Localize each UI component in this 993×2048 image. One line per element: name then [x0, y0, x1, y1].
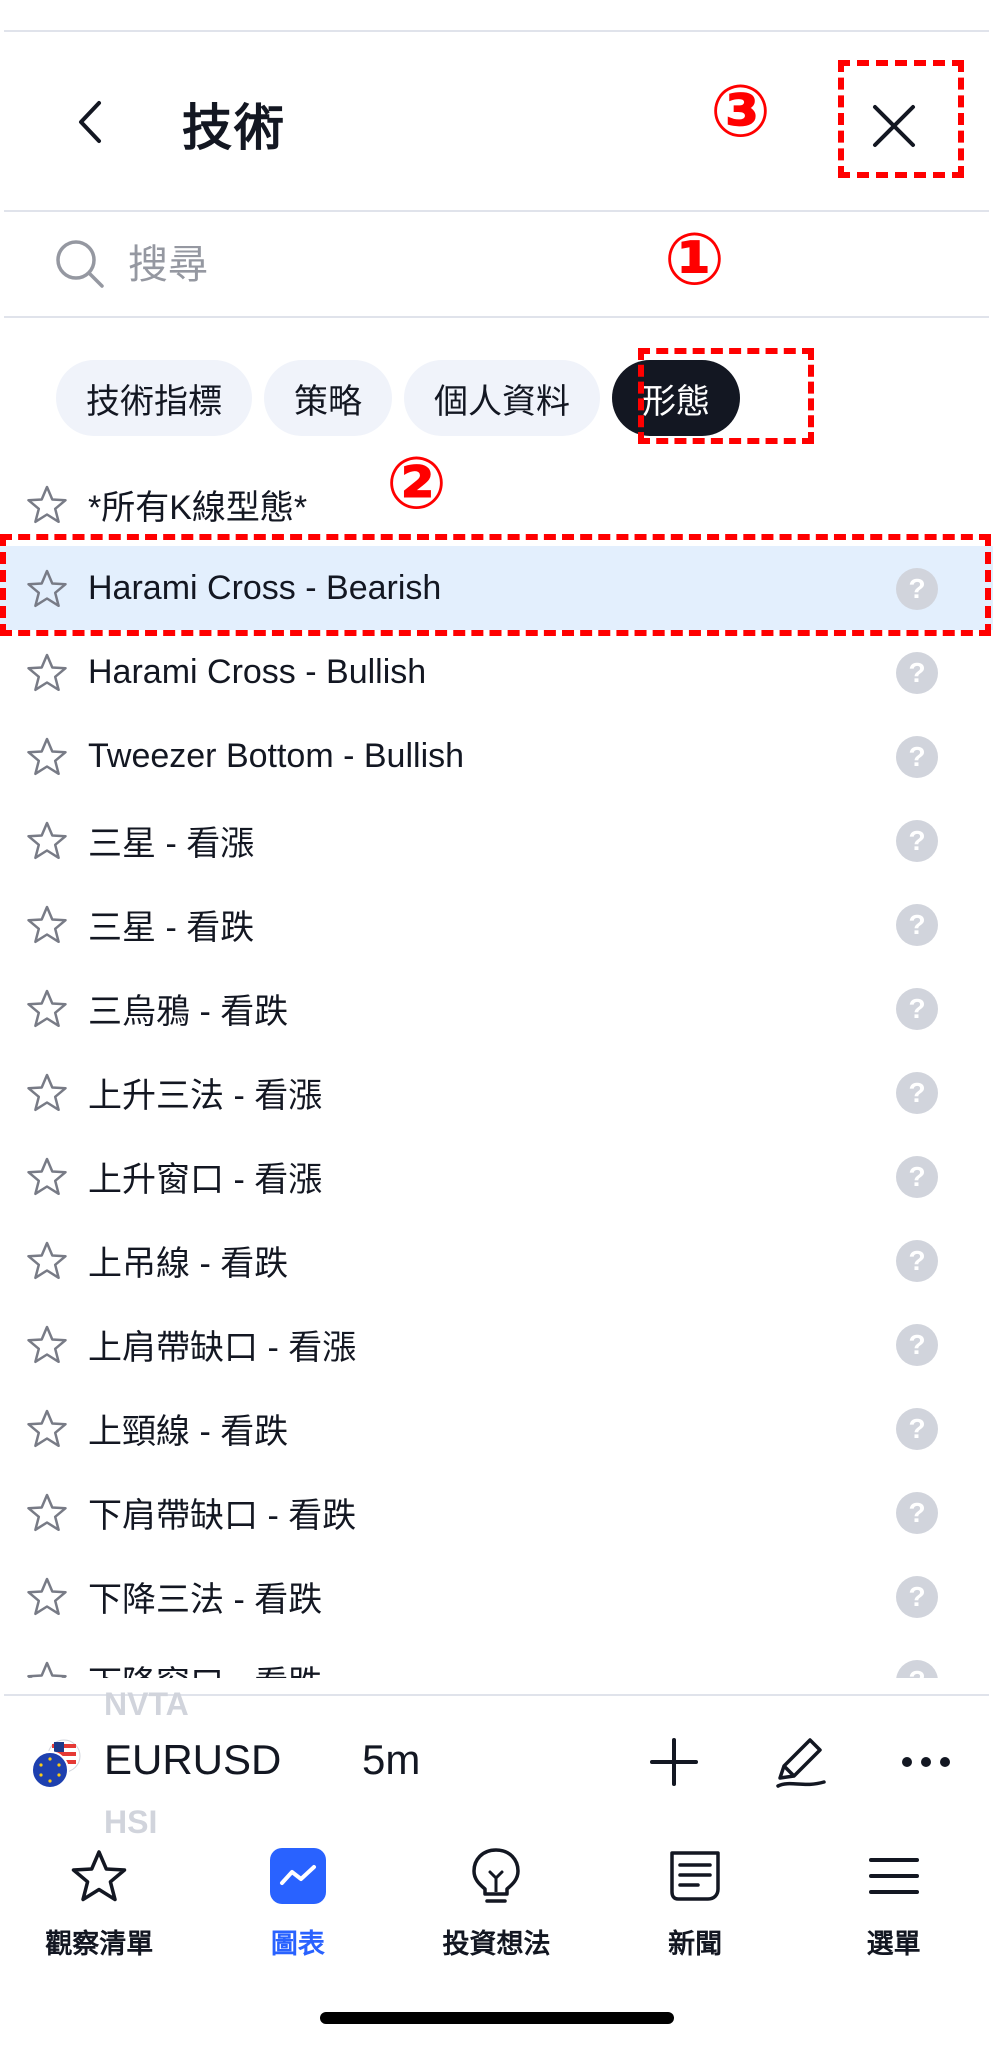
star-icon[interactable] — [26, 736, 68, 776]
list-item[interactable]: 三星 - 看跌 ? — [0, 882, 993, 966]
lightbulb-icon — [466, 1846, 526, 1906]
list-item-label: 上肩帶缺口 - 看漲 — [88, 1328, 357, 1367]
nav-item-news[interactable]: 新聞 — [596, 1830, 795, 1970]
star-icon[interactable] — [26, 1660, 68, 1678]
star-icon[interactable] — [26, 652, 68, 692]
list-item[interactable]: 上肩帶缺口 - 看漲 ? — [0, 1302, 993, 1386]
nav-label: 投資想法 — [442, 1929, 551, 1959]
more-button[interactable] — [894, 1730, 958, 1794]
help-icon[interactable]: ? — [896, 820, 938, 862]
tab-personal[interactable]: 個人資料 — [404, 360, 600, 436]
list-item-label: 上頸線 - 看跌 — [88, 1412, 289, 1451]
ghost-symbol-above: NVTA — [104, 1686, 189, 1722]
list-item-label: Tweezer Bottom - Bullish — [88, 736, 465, 775]
help-icon[interactable]: ? — [896, 904, 938, 946]
list-item[interactable]: 下降三法 - 看跌 ? — [0, 1554, 993, 1638]
star-icon[interactable] — [26, 988, 68, 1028]
list-item[interactable]: 上升窗口 - 看漲 ? — [0, 1134, 993, 1218]
list-item[interactable]: 上吊線 - 看跌 ? — [0, 1218, 993, 1302]
back-button[interactable] — [60, 92, 120, 152]
list-item-label: 上吊線 - 看跌 — [88, 1244, 289, 1283]
star-icon[interactable] — [26, 1576, 68, 1616]
menu-icon — [864, 1846, 924, 1906]
help-icon[interactable]: ? — [896, 1408, 938, 1450]
chart-icon — [268, 1846, 328, 1906]
list-item-label: Harami Cross - Bullish — [88, 652, 427, 691]
add-button[interactable] — [642, 1730, 706, 1794]
list-item-label: *所有K線型態* — [88, 488, 308, 527]
help-icon[interactable]: ? — [896, 736, 938, 778]
bottom-nav: 觀察清單 圖表 投資想法 新聞 選單 — [0, 1830, 993, 1970]
help-icon[interactable]: ? — [896, 1492, 938, 1534]
list-item[interactable]: 三星 - 看漲 ? — [0, 798, 993, 882]
annotation-number-2: ② — [386, 444, 447, 524]
annotation-box-patterns-tab — [638, 348, 814, 444]
star-icon[interactable] — [26, 1492, 68, 1532]
star-icon[interactable] — [26, 484, 68, 524]
list-item-label: 上升窗口 - 看漲 — [88, 1160, 323, 1199]
nav-label: 新聞 — [668, 1929, 723, 1959]
annotation-box-close — [838, 60, 964, 178]
star-icon[interactable] — [26, 1072, 68, 1112]
help-icon[interactable]: ? — [896, 1660, 938, 1678]
help-icon[interactable]: ? — [896, 1156, 938, 1198]
nav-item-chart[interactable]: 圖表 — [199, 1830, 398, 1970]
page-title: 技術 — [182, 100, 286, 156]
annotation-number-1: ① — [664, 220, 725, 300]
list-item-label: 三星 - 看跌 — [88, 908, 255, 947]
list-item[interactable]: 上頸線 - 看跌 ? — [0, 1386, 993, 1470]
interval-selector[interactable]: 5m — [362, 1736, 420, 1784]
nav-item-watchlist[interactable]: 觀察清單 — [0, 1830, 199, 1970]
more-horizontal-icon — [902, 1757, 950, 1767]
help-icon[interactable]: ? — [896, 652, 938, 694]
home-indicator — [320, 2012, 674, 2024]
symbol-selector[interactable]: EURUSD — [104, 1736, 281, 1784]
help-icon[interactable]: ? — [896, 1324, 938, 1366]
nav-item-ideas[interactable]: 投資想法 — [397, 1830, 596, 1970]
list-item-label: 三烏鴉 - 看跌 — [88, 992, 289, 1031]
annotation-number-3: ③ — [710, 72, 771, 152]
plus-icon — [650, 1738, 698, 1786]
star-icon[interactable] — [26, 1156, 68, 1196]
tab-technical-indicators[interactable]: 技術指標 — [56, 360, 252, 436]
eu-us-flag-icon — [31, 1739, 81, 1789]
nav-label: 選單 — [866, 1929, 921, 1959]
list-item[interactable]: 三烏鴉 - 看跌 ? — [0, 966, 993, 1050]
chevron-left-icon — [79, 101, 101, 143]
help-icon[interactable]: ? — [896, 1072, 938, 1114]
star-icon[interactable] — [26, 1324, 68, 1364]
star-icon[interactable] — [26, 1240, 68, 1280]
list-item[interactable]: 下降窗口 - 看跌 ? — [0, 1638, 993, 1678]
list-item-label: 下肩帶缺口 - 看跌 — [88, 1496, 357, 1535]
star-icon — [69, 1846, 129, 1906]
chart-toolbar: NVTA EURUSD 5m HSI — [0, 1686, 993, 1840]
list-item-label: 下降窗口 - 看跌 — [88, 1656, 322, 1679]
search-bar — [0, 212, 993, 316]
nav-item-menu[interactable]: 選單 — [794, 1830, 993, 1970]
star-icon[interactable] — [26, 820, 68, 860]
drawing-tools-button[interactable] — [768, 1730, 832, 1794]
help-icon[interactable]: ? — [896, 1576, 938, 1618]
list-item[interactable]: Tweezer Bottom - Bullish ? — [0, 714, 993, 798]
help-icon[interactable]: ? — [896, 1240, 938, 1282]
list-item-label: 上升三法 - 看漲 — [88, 1076, 323, 1115]
list-item[interactable]: 上升三法 - 看漲 ? — [0, 1050, 993, 1134]
annotation-box-selected-row — [0, 534, 991, 636]
list-item-label: 下降三法 - 看跌 — [88, 1580, 323, 1619]
pattern-list: *所有K線型態* Harami Cross - Bearish ? Harami… — [0, 462, 993, 1678]
tab-strategies[interactable]: 策略 — [264, 360, 392, 436]
help-icon[interactable]: ? — [896, 988, 938, 1030]
star-icon[interactable] — [26, 904, 68, 944]
search-input[interactable] — [126, 232, 690, 298]
news-icon — [665, 1846, 725, 1906]
star-icon[interactable] — [26, 1408, 68, 1448]
search-icon — [56, 240, 104, 288]
list-item-label: 三星 - 看漲 — [88, 824, 255, 863]
nav-label: 觀察清單 — [45, 1929, 154, 1959]
list-item[interactable]: 下肩帶缺口 - 看跌 ? — [0, 1470, 993, 1554]
list-item[interactable]: Harami Cross - Bullish ? — [0, 630, 993, 714]
nav-label: 圖表 — [270, 1929, 325, 1959]
pen-icon — [776, 1738, 826, 1788]
